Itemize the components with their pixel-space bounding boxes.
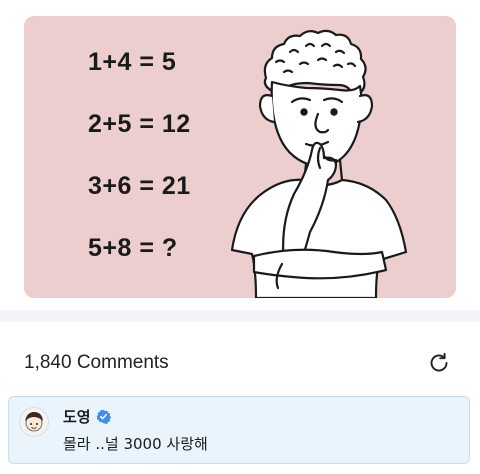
math-puzzle: 1+4 = 5 2+5 = 12 3+6 = 21 5+8 = ? (88, 46, 228, 294)
author-name[interactable]: 도영 (63, 406, 91, 427)
author-row: 도영 (63, 406, 111, 426)
equation-1: 1+4 = 5 (88, 48, 177, 76)
avatar[interactable] (19, 407, 49, 437)
comment-text: 몰라 ..널 3000 사랑해 (63, 435, 208, 453)
refresh-icon (430, 352, 448, 372)
comments-header: 1,840 Comments (24, 350, 456, 380)
verified-badge-icon (96, 409, 111, 424)
pinned-comment[interactable]: 도영 몰라 ..널 3000 사랑해 (8, 396, 470, 464)
equation-3: 3+6 = 21 (88, 172, 191, 200)
refresh-button[interactable] (426, 350, 452, 376)
comment-count: 1,840 Comments (24, 352, 169, 373)
equation-4: 5+8 = ? (88, 234, 178, 262)
avatar-illustration (25, 412, 43, 432)
section-divider (0, 310, 480, 322)
thinking-man-illustration (230, 29, 408, 298)
equation-2: 2+5 = 12 (88, 110, 191, 138)
post-image[interactable]: 1+4 = 5 2+5 = 12 3+6 = 21 5+8 = ? (24, 16, 456, 298)
